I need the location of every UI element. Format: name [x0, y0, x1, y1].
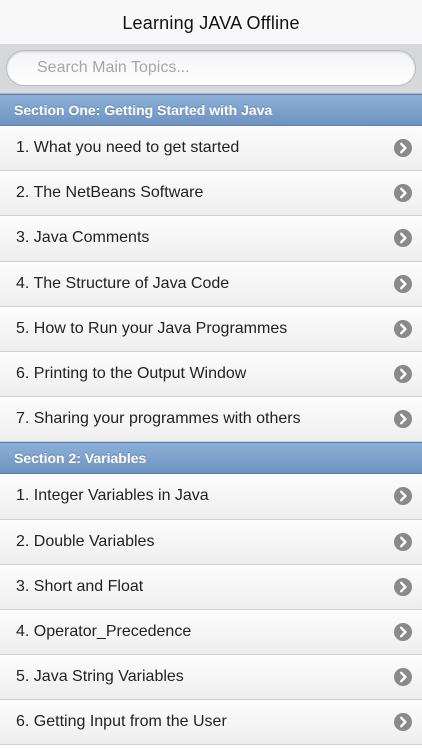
- topic-label: 1. What you need to get started: [16, 139, 240, 157]
- chevron-right-circle-icon[interactable]: [394, 229, 412, 248]
- topic-label: 7. Sharing your programmes with others: [16, 410, 301, 428]
- chevron-right-circle-icon[interactable]: [394, 184, 412, 203]
- nav-bar: Learning JAVA Offline: [0, 0, 422, 44]
- topic-row[interactable]: 6. Printing to the Output Window: [0, 351, 422, 398]
- topic-label: 6. Printing to the Output Window: [16, 365, 247, 383]
- topic-row[interactable]: 1. What you need to get started: [0, 126, 422, 172]
- topic-label: 1. Integer Variables in Java: [16, 487, 209, 505]
- topic-row[interactable]: 1. Integer Variables in Java: [0, 474, 422, 520]
- topic-row[interactable]: 5. Java String Variables: [0, 655, 422, 701]
- chevron-right-circle-icon[interactable]: [394, 365, 412, 384]
- topic-label: 6. Getting Input from the User: [16, 713, 227, 731]
- topic-label: 4. Operator_Precedence: [16, 622, 192, 640]
- topics-list: Section One: Getting Started with Java 1.…: [0, 94, 422, 746]
- topic-row[interactable]: 3. Short and Float: [0, 564, 422, 610]
- chevron-right-circle-icon[interactable]: [394, 274, 412, 293]
- topic-label: 2. The NetBeans Software: [16, 184, 204, 202]
- topic-label: 2. Double Variables: [16, 532, 155, 550]
- topic-row[interactable]: 2. Double Variables: [0, 519, 422, 565]
- search-bar: [0, 44, 422, 94]
- topic-row[interactable]: 2. The NetBeans Software: [0, 171, 422, 217]
- chevron-right-circle-icon[interactable]: [394, 487, 412, 506]
- topic-row[interactable]: 7. Sharing your programmes with others: [0, 397, 422, 443]
- topic-row[interactable]: 6. Getting Input from the User: [0, 700, 422, 746]
- chevron-right-circle-icon[interactable]: [394, 532, 412, 551]
- topic-label: 5. How to Run your Java Programmes: [16, 319, 288, 337]
- topic-label: 3. Short and Float: [16, 577, 144, 595]
- topic-row[interactable]: 4. The Structure of Java Code: [0, 261, 422, 307]
- chevron-right-circle-icon[interactable]: [394, 410, 412, 429]
- topic-row[interactable]: 3. Java Comments: [0, 216, 422, 262]
- chevron-right-circle-icon[interactable]: [394, 319, 412, 338]
- topic-row[interactable]: 4. Operator_Precedence: [0, 609, 422, 656]
- topic-label: 3. Java Comments: [16, 229, 150, 247]
- chevron-right-circle-icon[interactable]: [394, 668, 412, 687]
- chevron-right-circle-icon[interactable]: [394, 713, 412, 732]
- chevron-right-circle-icon[interactable]: [394, 622, 412, 641]
- topic-label: 5. Java String Variables: [16, 668, 184, 686]
- topic-label: 4. The Structure of Java Code: [16, 274, 230, 292]
- section-header: Section 2: Variables: [0, 442, 422, 475]
- chevron-right-circle-icon[interactable]: [394, 139, 412, 158]
- chevron-right-circle-icon[interactable]: [394, 577, 412, 596]
- section-header: Section One: Getting Started with Java: [0, 94, 422, 126]
- page-title: Learning JAVA Offline: [122, 12, 300, 33]
- topic-row[interactable]: 5. How to Run your Java Programmes: [0, 306, 422, 352]
- search-input[interactable]: [6, 50, 416, 86]
